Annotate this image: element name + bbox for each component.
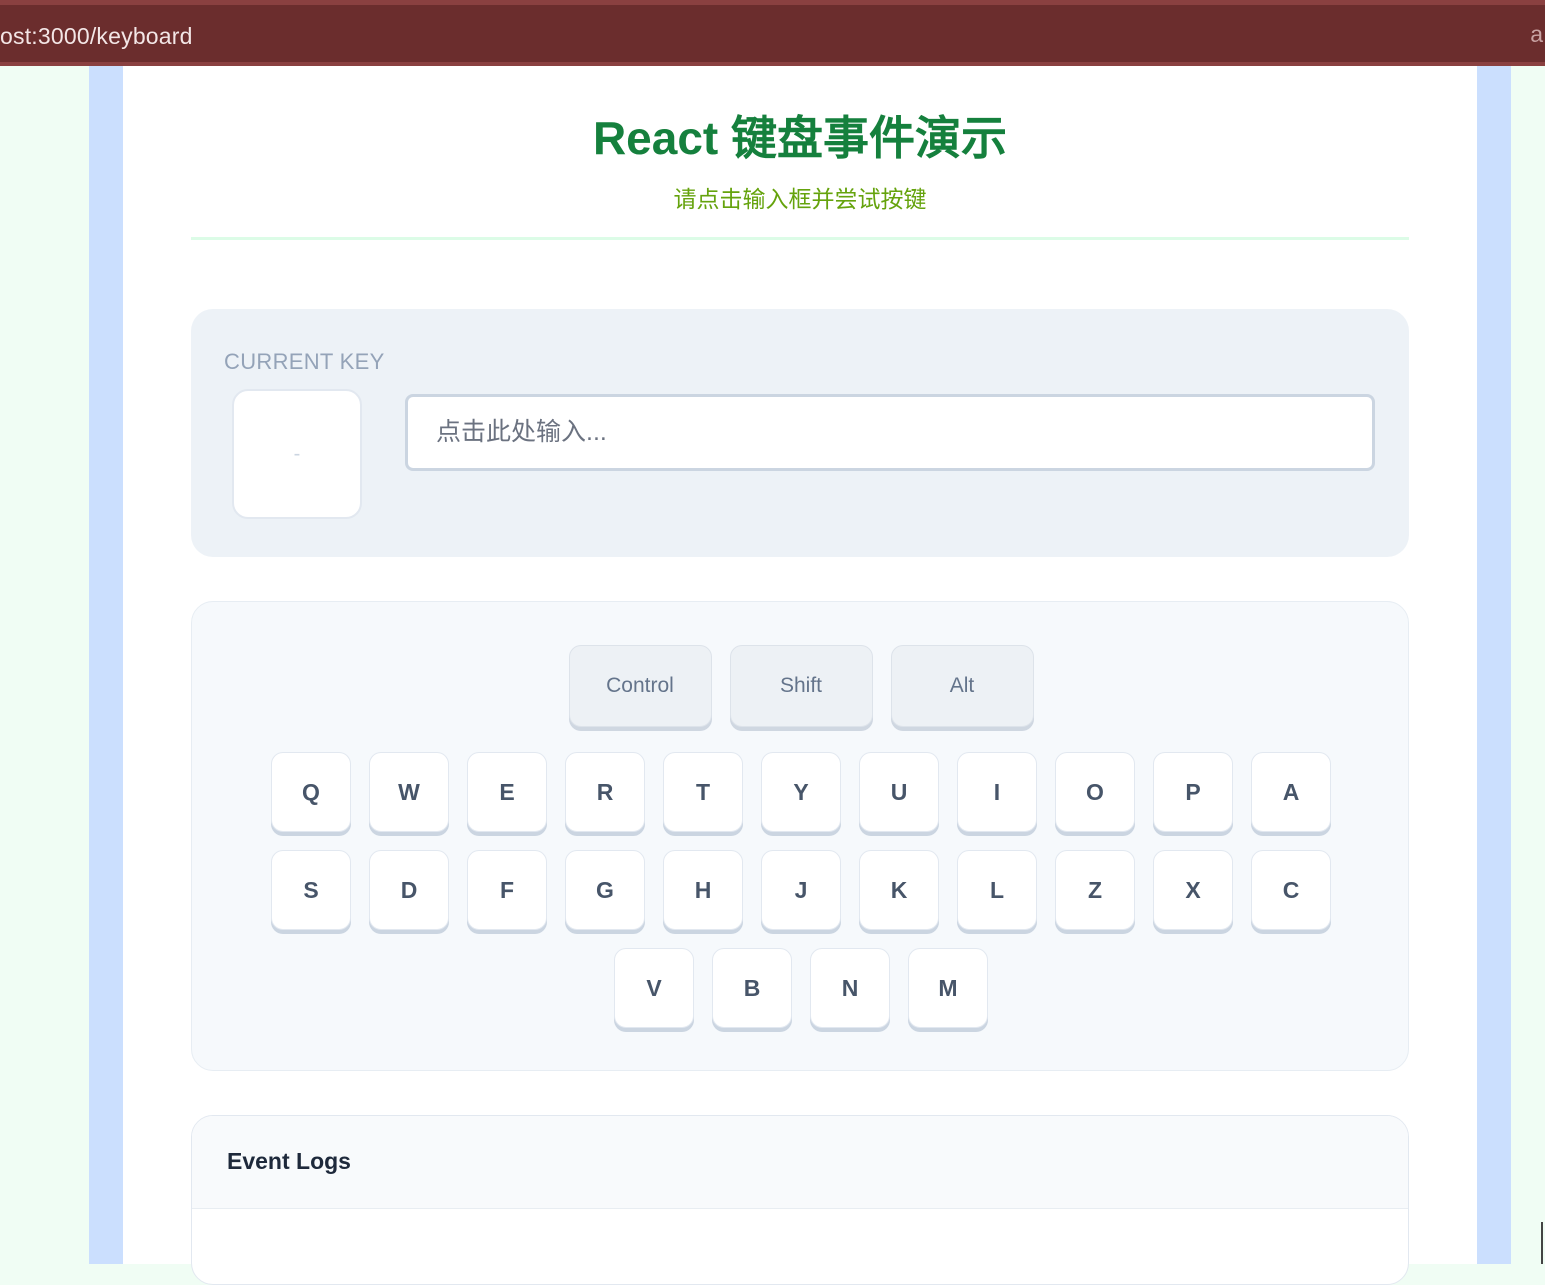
key-x[interactable]: X [1153,850,1233,930]
header-divider [191,237,1409,240]
key-q[interactable]: Q [271,752,351,832]
modifier-key-control[interactable]: Control [568,645,712,727]
current-key-label: CURRENT KEY [224,349,385,374]
key-o[interactable]: O [1055,752,1135,832]
event-logs-header: Event Logs [192,1116,1408,1209]
current-key-value: - [293,442,301,465]
key-t[interactable]: T [663,752,743,832]
key-m[interactable]: M [908,948,988,1028]
key-l[interactable]: L [957,850,1037,930]
page-subtitle: 请点击输入框并尝试按键 [673,186,927,212]
key-e[interactable]: E [467,752,547,832]
event-logs-title: Event Logs [227,1148,351,1174]
key-d[interactable]: D [369,850,449,930]
key-h[interactable]: H [663,850,743,930]
current-key-panel: CURRENT KEY - [191,309,1409,557]
key-w[interactable]: W [369,752,449,832]
key-r[interactable]: R [565,752,645,832]
left-side-strip [89,66,123,1264]
window-edge-line [1541,1222,1543,1264]
virtual-keyboard: Control Shift Alt Q W E R T Y U I O P A S D F G H J K L Z X C V B N… [191,601,1409,1071]
right-side-strip [1477,66,1511,1264]
key-v[interactable]: V [614,948,694,1028]
url-text[interactable]: ost:3000/keyboard [0,23,193,50]
key-i[interactable]: I [957,752,1037,832]
key-f[interactable]: F [467,850,547,930]
page-title: React 键盘事件演示 [592,112,1008,164]
key-input[interactable] [405,394,1375,471]
key-s[interactable]: S [271,850,351,930]
key-g[interactable]: G [565,850,645,930]
key-b[interactable]: B [712,948,792,1028]
key-c[interactable]: C [1251,850,1331,930]
key-z[interactable]: Z [1055,850,1135,930]
key-u[interactable]: U [859,752,939,832]
current-key-display: - [232,389,362,519]
browser-url-bar[interactable]: ost:3000/keyboard a [0,0,1545,66]
page-container: React 键盘事件演示 请点击输入框并尝试按键 CURRENT KEY - C… [123,66,1477,1285]
key-a[interactable]: A [1251,752,1331,832]
key-n[interactable]: N [810,948,890,1028]
key-y[interactable]: Y [761,752,841,832]
key-k[interactable]: K [859,850,939,930]
key-j[interactable]: J [761,850,841,930]
event-logs-panel: Event Logs [191,1115,1409,1285]
key-p[interactable]: P [1153,752,1233,832]
modifier-key-alt[interactable]: Alt [890,645,1034,727]
url-bar-edge-text: a [1530,21,1543,47]
modifier-key-shift[interactable]: Shift [729,645,873,727]
